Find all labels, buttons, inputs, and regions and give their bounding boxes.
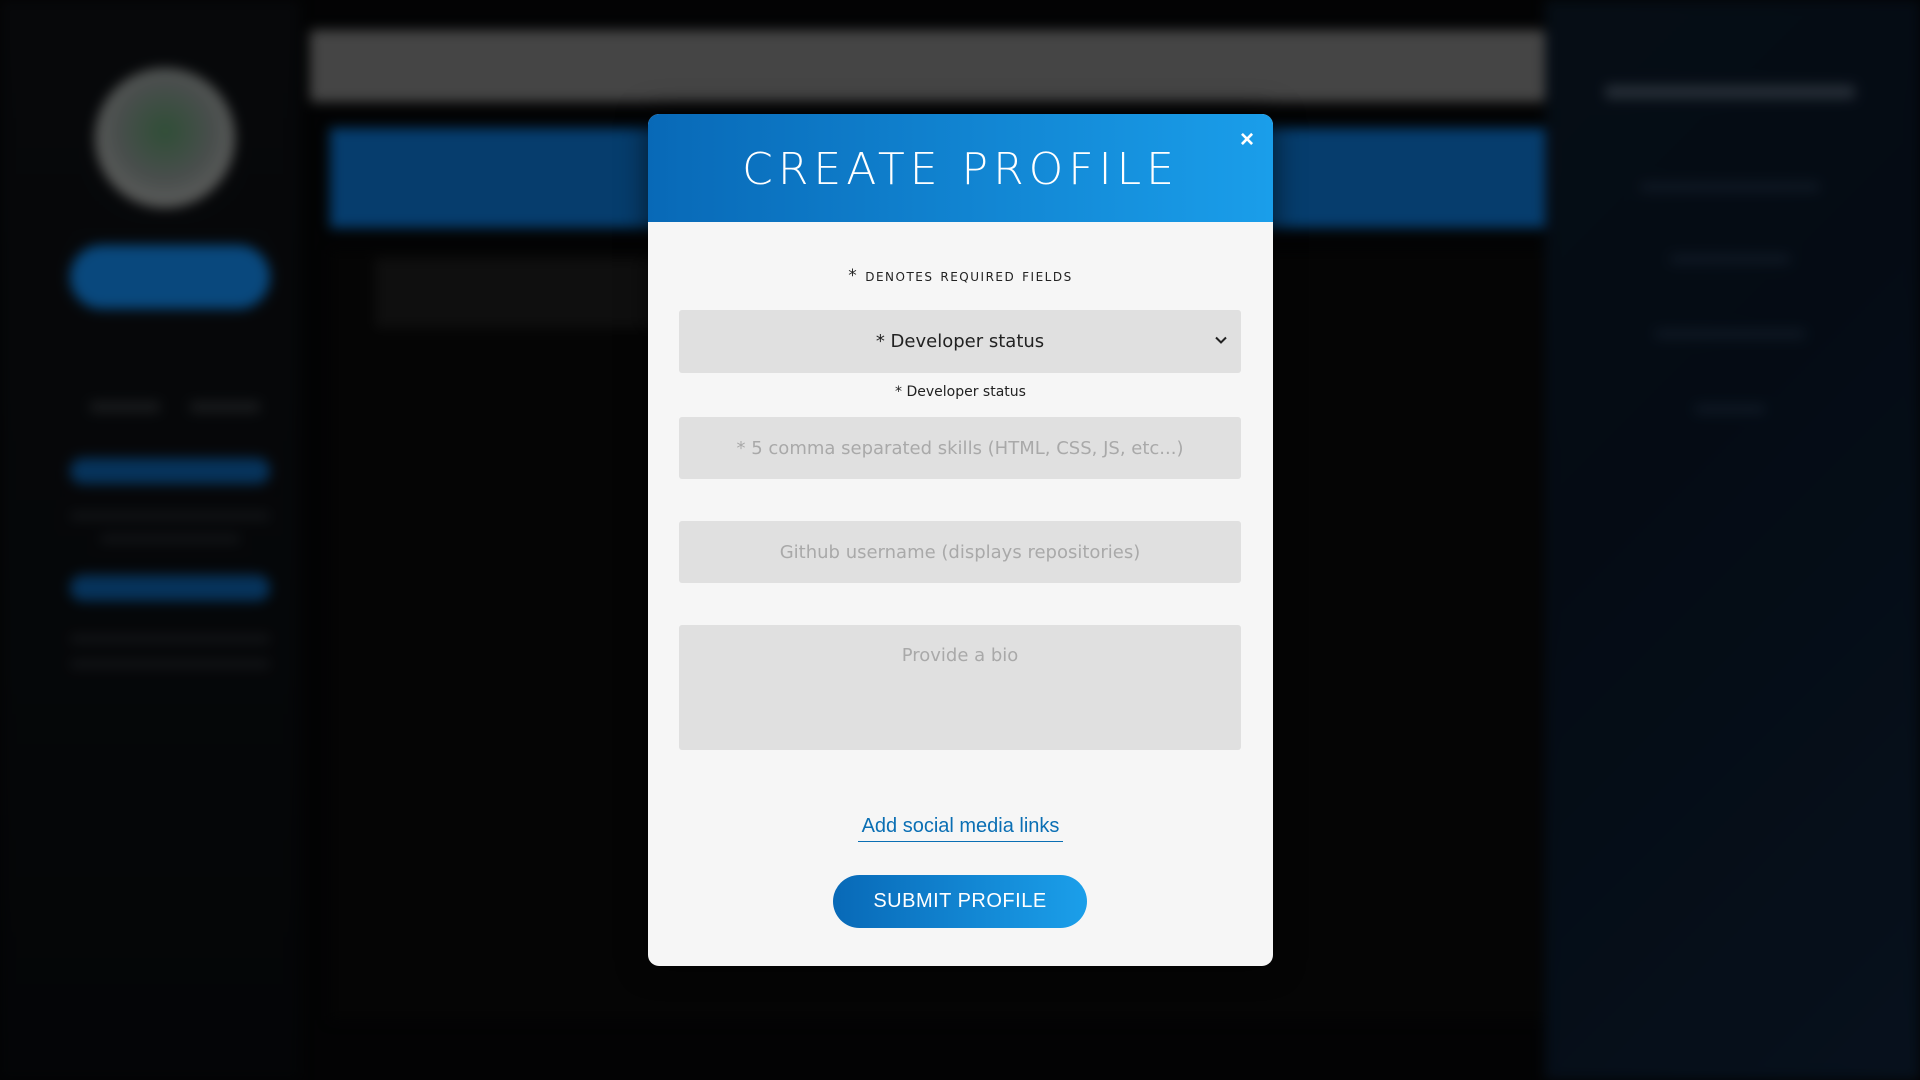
github-username-input[interactable]: Github username (displays repositories) (679, 521, 1241, 583)
close-icon: × (1239, 126, 1254, 153)
submit-profile-button[interactable]: SUBMIT PROFILE (833, 875, 1087, 928)
modal-title: Create Profile (742, 143, 1179, 195)
developer-status-select[interactable]: * Developer status (679, 310, 1241, 373)
create-profile-modal: Create Profile × * denotes required fiel… (648, 114, 1273, 966)
developer-status-caption: * Developer status (895, 384, 1026, 400)
skills-input[interactable]: * 5 comma separated skills (HTML, CSS, J… (679, 417, 1241, 479)
add-social-media-links-link[interactable]: Add social media links (857, 815, 1064, 842)
chevron-down-icon (1215, 336, 1227, 344)
github-placeholder: Github username (displays repositories) (779, 541, 1141, 563)
bio-placeholder: Provide a bio (901, 645, 1019, 666)
bio-textarea[interactable]: Provide a bio (679, 625, 1241, 750)
social-links-container: Add social media links (648, 815, 1273, 842)
skills-placeholder: * 5 comma separated skills (HTML, CSS, J… (736, 437, 1184, 459)
close-button[interactable]: × (1235, 128, 1259, 152)
required-fields-note: * denotes required fields (848, 266, 1073, 286)
developer-status-selected-value: * Developer status (875, 331, 1045, 352)
modal-header: Create Profile × (648, 114, 1273, 222)
